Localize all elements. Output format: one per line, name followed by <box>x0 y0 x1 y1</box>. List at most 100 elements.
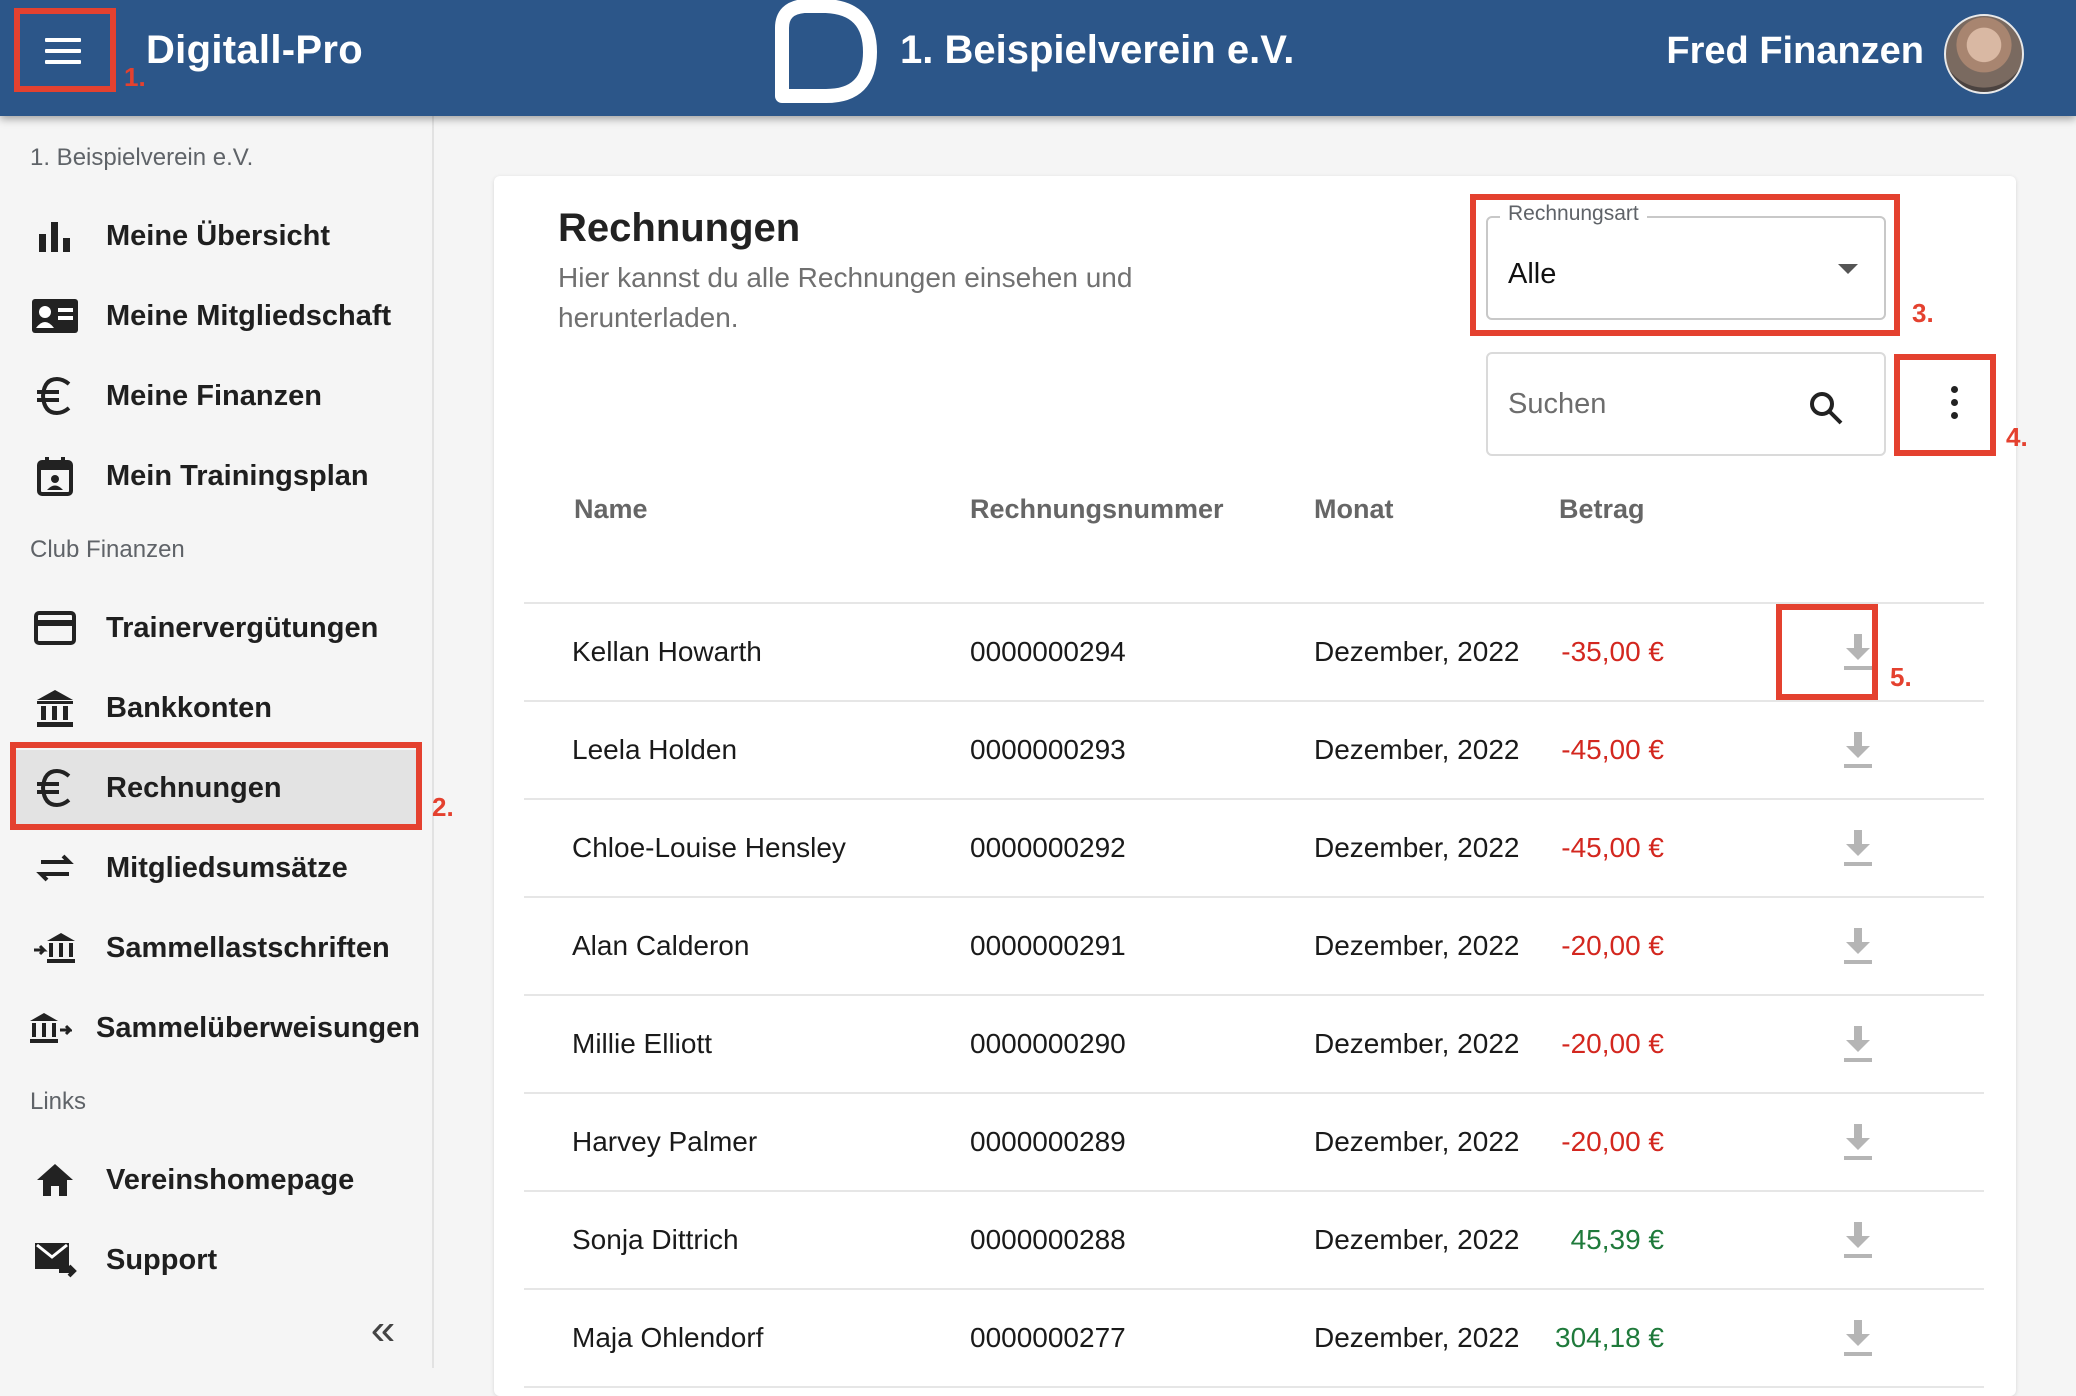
id-card-icon <box>28 294 82 338</box>
avatar[interactable] <box>1944 14 2024 94</box>
search-icon[interactable] <box>1808 390 1844 426</box>
sidebar-item-label: Bankkonten <box>106 691 272 724</box>
invoice-number: 0000000294 <box>970 636 1126 667</box>
sidebar-section-title: Club Finanzen <box>30 536 185 563</box>
table-row[interactable]: Harvey Palmer 0000000289 Dezember, 2022 -20… <box>524 1094 1984 1192</box>
invoice-number: 0000000289 <box>970 1126 1126 1157</box>
invoice-amount: -35,00 € <box>1561 636 1664 667</box>
sidebar-item-membership[interactable]: Meine Mitgliedschaft <box>12 278 418 354</box>
invoice-amount: -45,00 € <box>1561 832 1664 863</box>
annotation-box-2 <box>10 742 422 830</box>
invoice-name: Alan Calderon <box>572 930 750 961</box>
download-icon[interactable] <box>1838 1316 1878 1360</box>
user-name[interactable]: Fred Finanzen <box>1666 30 1924 73</box>
invoice-name: Millie Elliott <box>572 1028 713 1059</box>
annotation-box-1 <box>14 8 116 92</box>
invoice-amount: -20,00 € <box>1561 930 1664 961</box>
annotation-box-3 <box>1470 194 1900 336</box>
mail-forward-icon <box>28 1238 82 1282</box>
sidebar-item-label: Meine Übersicht <box>106 219 330 252</box>
invoice-name: Maja Ohlendorf <box>572 1322 764 1353</box>
annotation-label-4: 4. <box>2006 422 2028 452</box>
sidebar-item-label: Support <box>106 1243 218 1276</box>
sidebar-item-label: Sammellastschriften <box>106 931 390 964</box>
sidebar-item-trainingplan[interactable]: Mein Trainingsplan <box>12 438 418 514</box>
invoice-name: Harvey Palmer <box>572 1126 758 1157</box>
column-header-number[interactable]: Rechnungsnummer <box>970 494 1224 525</box>
swap-arrows-icon <box>28 846 82 890</box>
top-app-bar: Digitall-Pro 1. Beispielverein e.V. Fred… <box>0 0 2076 116</box>
invoice-name: Leela Holden <box>572 734 738 765</box>
club-title: 1. Beispielverein e.V. <box>900 28 1295 72</box>
bank-arrow-out-icon <box>28 1006 72 1050</box>
sidebar-item-homepage[interactable]: Vereinshomepage <box>12 1142 418 1218</box>
sidebar-item-trainer-payments[interactable]: Trainervergütungen <box>12 590 418 666</box>
invoice-number: 0000000292 <box>970 832 1126 863</box>
invoice-month: Dezember, 2022 <box>1314 930 1520 961</box>
sidebar-item-label: Sammelüberweisungen <box>96 1011 420 1044</box>
annotation-box-5 <box>1776 604 1878 700</box>
sidebar-item-finances[interactable]: Meine Finanzen <box>12 358 418 434</box>
invoice-month: Dezember, 2022 <box>1314 1322 1520 1353</box>
sidebar-club-name: 1. Beispielverein e.V. <box>30 144 254 171</box>
invoice-number: 0000000277 <box>970 1322 1126 1353</box>
page-subtitle: Hier kannst du alle Rechnungen einsehen … <box>558 262 1133 333</box>
sidebar-item-label: Meine Mitgliedschaft <box>106 299 392 332</box>
invoice-month: Dezember, 2022 <box>1314 734 1520 765</box>
table-row[interactable]: Alan Calderon 0000000291 Dezember, 2022 -20… <box>524 898 1984 996</box>
download-icon[interactable] <box>1838 1120 1878 1164</box>
invoice-number: 0000000290 <box>970 1028 1126 1059</box>
table-row[interactable]: Chloe-Louise Hensley 0000000292 Dezember, … <box>524 800 1984 898</box>
download-icon[interactable] <box>1838 728 1878 772</box>
annotation-label-3: 3. <box>1912 298 1934 328</box>
table-row[interactable]: Millie Elliott 0000000290 Dezember, 2022 -2… <box>524 996 1984 1094</box>
sidebar-item-bulk-transfers[interactable]: Sammelüberweisungen <box>12 990 420 1066</box>
sidebar-item-label: Trainervergütungen <box>106 611 379 644</box>
bank-arrow-in-icon <box>28 926 82 970</box>
bar-chart-icon <box>28 214 82 258</box>
annotation-box-4 <box>1894 354 1996 456</box>
table-row[interactable]: Maja Ohlendorf 0000000277 Dezember, 2022 30… <box>524 1290 1984 1388</box>
annotation-label-2: 2. <box>432 792 454 822</box>
sidebar-item-label: Mitgliedsumsätze <box>106 851 348 884</box>
invoice-number: 0000000291 <box>970 930 1126 961</box>
table-row[interactable]: Leela Holden 0000000293 Dezember, 2022 -45,… <box>524 702 1984 800</box>
app-title: Digitall-Pro <box>146 28 363 72</box>
download-icon[interactable] <box>1838 924 1878 968</box>
column-header-amount[interactable]: Betrag <box>1559 494 1645 525</box>
bank-icon <box>28 686 82 730</box>
invoice-month: Dezember, 2022 <box>1314 832 1520 863</box>
download-icon[interactable] <box>1838 826 1878 870</box>
sidebar-item-label: Vereinshomepage <box>106 1163 355 1196</box>
invoice-month: Dezember, 2022 <box>1314 1028 1520 1059</box>
annotation-label-1: 1. <box>124 62 146 92</box>
invoice-month: Dezember, 2022 <box>1314 1126 1520 1157</box>
download-icon[interactable] <box>1838 1218 1878 1262</box>
invoice-number: 0000000288 <box>970 1224 1126 1255</box>
invoice-amount: 304,18 € <box>1555 1322 1664 1353</box>
invoice-amount: -20,00 € <box>1561 1028 1664 1059</box>
search-input[interactable] <box>1506 380 1806 428</box>
invoice-amount: -20,00 € <box>1561 1126 1664 1157</box>
sidebar-item-support[interactable]: Support <box>12 1222 418 1298</box>
sidebar-item-label: Meine Finanzen <box>106 379 322 412</box>
table-row[interactable]: Sonja Dittrich 0000000288 Dezember, 2022 45… <box>524 1192 1984 1290</box>
invoice-amount: -45,00 € <box>1561 734 1664 765</box>
sidebar-item-member-transactions[interactable]: Mitgliedsumsätze <box>12 830 418 906</box>
annotation-label-5: 5. <box>1890 662 1912 692</box>
column-header-month[interactable]: Monat <box>1314 494 1393 525</box>
download-icon[interactable] <box>1838 1022 1878 1066</box>
collapse-sidebar-button[interactable]: « <box>358 1305 408 1354</box>
credit-card-icon <box>28 606 82 650</box>
search-field <box>1486 352 1886 456</box>
page-title: Rechnungen <box>558 206 801 250</box>
column-header-name[interactable]: Name <box>574 494 648 525</box>
home-icon <box>28 1158 82 1202</box>
sidebar-item-direct-debits[interactable]: Sammellastschriften <box>12 910 418 986</box>
sidebar-item-bank-accounts[interactable]: Bankkonten <box>12 670 418 746</box>
table-row[interactable]: Kellan Howarth 0000000294 Dezember, 2022 -3… <box>524 604 1984 702</box>
sidebar-item-label: Mein Trainingsplan <box>106 459 369 492</box>
sidebar-item-overview[interactable]: Meine Übersicht <box>12 198 418 274</box>
club-logo-icon <box>775 0 877 103</box>
invoice-amount: 45,39 € <box>1570 1224 1664 1255</box>
